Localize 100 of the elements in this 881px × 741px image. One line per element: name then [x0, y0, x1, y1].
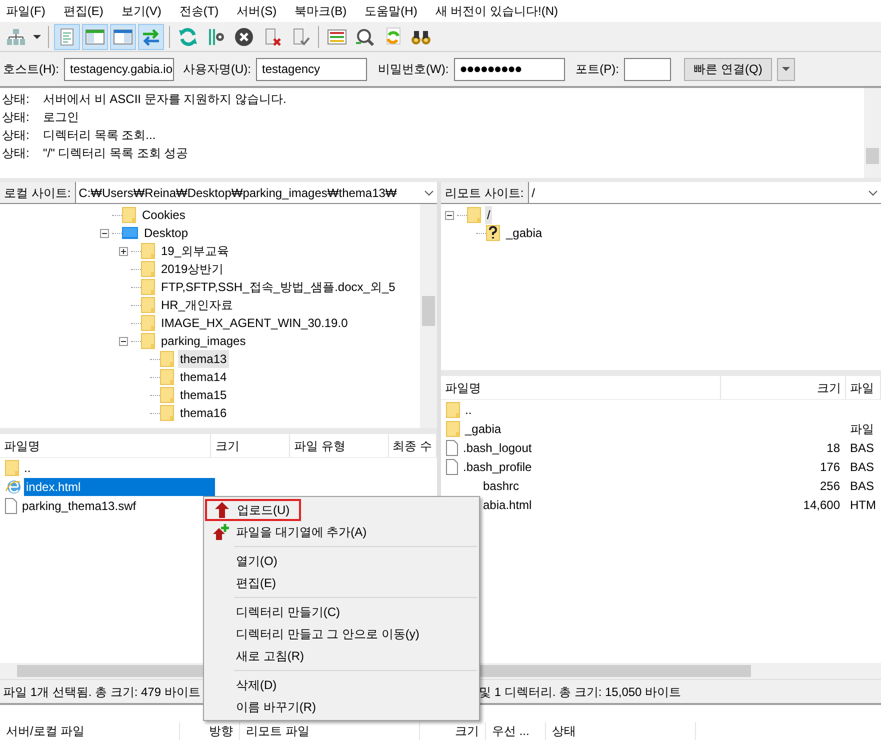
file-type: BAS — [849, 478, 874, 494]
tree-item[interactable]: _gabia — [504, 224, 544, 242]
folder-icon — [141, 261, 155, 277]
column-header[interactable]: 크기 — [420, 722, 486, 740]
menu-item[interactable]: 업로드(U) — [205, 499, 301, 521]
tree-item[interactable]: thema15 — [178, 386, 229, 404]
tree-item[interactable]: 2019상반기 — [159, 260, 226, 278]
tree-item[interactable]: HR_개인자료 — [159, 296, 236, 314]
file-icon — [5, 498, 17, 514]
right-pane-icon — [113, 26, 133, 46]
site-label: 로컬 사이트: — [0, 182, 76, 203]
caret-icon — [782, 67, 790, 71]
menu-item[interactable]: 삭제(D) — [204, 674, 479, 696]
site-label: 리모트 사이트: — [441, 182, 529, 203]
chevron-down-icon — [868, 190, 878, 196]
menu-item[interactable]: 편집(E) — [59, 2, 108, 20]
collapse-icon[interactable] — [119, 336, 128, 346]
menu-item[interactable]: 북마크(B) — [290, 2, 351, 20]
tree-item[interactable]: parking_images — [159, 332, 248, 350]
menu-item[interactable]: 열기(O) — [204, 550, 479, 572]
menu-item[interactable]: 새로 고침(R) — [204, 645, 479, 667]
file-name[interactable]: .bash_profile — [461, 458, 534, 476]
port-label: 포트(P): — [576, 61, 619, 78]
folder-icon — [467, 207, 481, 223]
menu-item[interactable]: 서버(S) — [232, 2, 281, 20]
log-message: 디렉터리 목록 조회... — [43, 127, 156, 144]
file-icon — [446, 440, 458, 456]
column-header[interactable]: 파일 유형 — [290, 434, 389, 457]
refresh-icon — [178, 26, 198, 46]
column-header[interactable]: 상태 — [546, 722, 696, 740]
monitor-icon — [122, 226, 138, 240]
vertical-scrollbar[interactable] — [864, 88, 881, 178]
menu-item[interactable]: 도움말(H) — [360, 2, 422, 20]
column-header[interactable]: 리모트 파일 — [240, 722, 420, 740]
column-header[interactable]: 파일명 — [441, 376, 721, 399]
column-header[interactable]: 최종 수 — [388, 434, 437, 457]
menu-item[interactable]: 디렉터리 만들고 그 안으로 이동(y) — [204, 623, 479, 645]
menu-item[interactable]: 전송(T) — [175, 2, 223, 20]
collapse-icon[interactable] — [445, 210, 454, 220]
menu-item[interactable]: 보기(V) — [117, 2, 166, 20]
menu-item[interactable]: 파일(F) — [2, 2, 50, 20]
path-field[interactable]: / — [528, 182, 881, 203]
menu-item[interactable]: 파일을 대기열에 추가(A) — [204, 521, 479, 543]
menu-item[interactable]: 이름 바꾸기(R) — [204, 696, 479, 718]
tree-item[interactable]: thema13 — [178, 350, 229, 368]
tree-item[interactable]: / — [485, 206, 492, 224]
list-compare-icon — [327, 26, 347, 46]
log-label: 상태: — [2, 127, 30, 144]
tree-item[interactable]: 19_외부교육 — [159, 242, 232, 260]
collapse-icon[interactable] — [100, 228, 109, 238]
column-header[interactable]: 서버/로컬 파일 — [0, 722, 180, 740]
tree-item[interactable]: thema16 — [178, 404, 229, 422]
tree-item[interactable]: FTP,SFTP,SSH_접속_방법_샘플.docx_외_5 — [159, 278, 398, 296]
file-name[interactable]: abia.html — [481, 496, 534, 514]
file-type: 파일 — [849, 420, 874, 438]
folder-icon — [141, 297, 155, 313]
path-field[interactable]: C:₩Users₩Reina₩Desktop₩parking_images₩thema13₩ — [76, 182, 437, 203]
file-name[interactable]: index.html — [24, 478, 215, 496]
host-label: 호스트(H): — [3, 61, 59, 78]
menu-item[interactable]: 디렉터리 만들기(C) — [204, 601, 479, 623]
file-name[interactable]: .. — [22, 458, 33, 476]
column-header[interactable]: 파일 — [846, 376, 881, 399]
up-arrow-plus-icon — [213, 524, 229, 540]
file-name[interactable]: .. — [463, 400, 474, 418]
tree-item[interactable]: thema14 — [178, 368, 229, 386]
column-header[interactable]: 크기 — [721, 376, 846, 399]
file-size: 14,600 — [802, 496, 841, 514]
file-size: 256 — [818, 478, 841, 494]
column-header[interactable]: 방향 — [180, 722, 240, 740]
folder-icon — [122, 207, 136, 223]
file-name[interactable]: .bash_logout — [461, 438, 534, 456]
column-header[interactable]: 파일명 — [0, 434, 212, 457]
file-type: BAS — [849, 458, 874, 476]
tree-item[interactable]: IMAGE_HX_AGENT_WIN_30.19.0 — [159, 314, 350, 332]
menu-item[interactable]: 새 버전이 있습니다!(N) — [431, 2, 562, 20]
folder-icon — [141, 279, 155, 295]
file-name[interactable]: bashrc — [481, 476, 522, 494]
file-name[interactable]: _gabia — [463, 420, 504, 438]
left-pane-icon — [85, 26, 105, 46]
column-header[interactable]: 우선 ... — [486, 722, 546, 740]
expand-icon[interactable] — [119, 246, 128, 256]
folder-icon — [160, 369, 174, 385]
dropdown-button[interactable] — [777, 58, 795, 80]
magnifier-icon — [355, 26, 375, 46]
port-field[interactable] — [624, 58, 671, 80]
file-icon — [446, 458, 458, 474]
column-header[interactable]: 크기 — [211, 434, 290, 457]
host-field[interactable]: testagency.gabia.io — [64, 58, 174, 80]
browser-file-icon — [5, 478, 21, 494]
username-field[interactable]: testagency — [256, 58, 367, 80]
tree-item[interactable]: Cookies — [140, 206, 188, 224]
menu-item[interactable]: 편집(E) — [204, 572, 479, 594]
quick-connect-button[interactable]: 빠른 연결(Q) — [684, 58, 772, 80]
tree-item[interactable]: Desktop — [142, 224, 190, 242]
password-field[interactable]: ●●●●●●●●● — [454, 58, 565, 80]
file-name[interactable]: parking_thema13.swf — [20, 496, 138, 514]
server-tree-icon — [6, 26, 26, 46]
log-label: 상태: — [2, 109, 30, 126]
vertical-scrollbar[interactable] — [420, 204, 437, 428]
folder-icon — [141, 315, 155, 331]
